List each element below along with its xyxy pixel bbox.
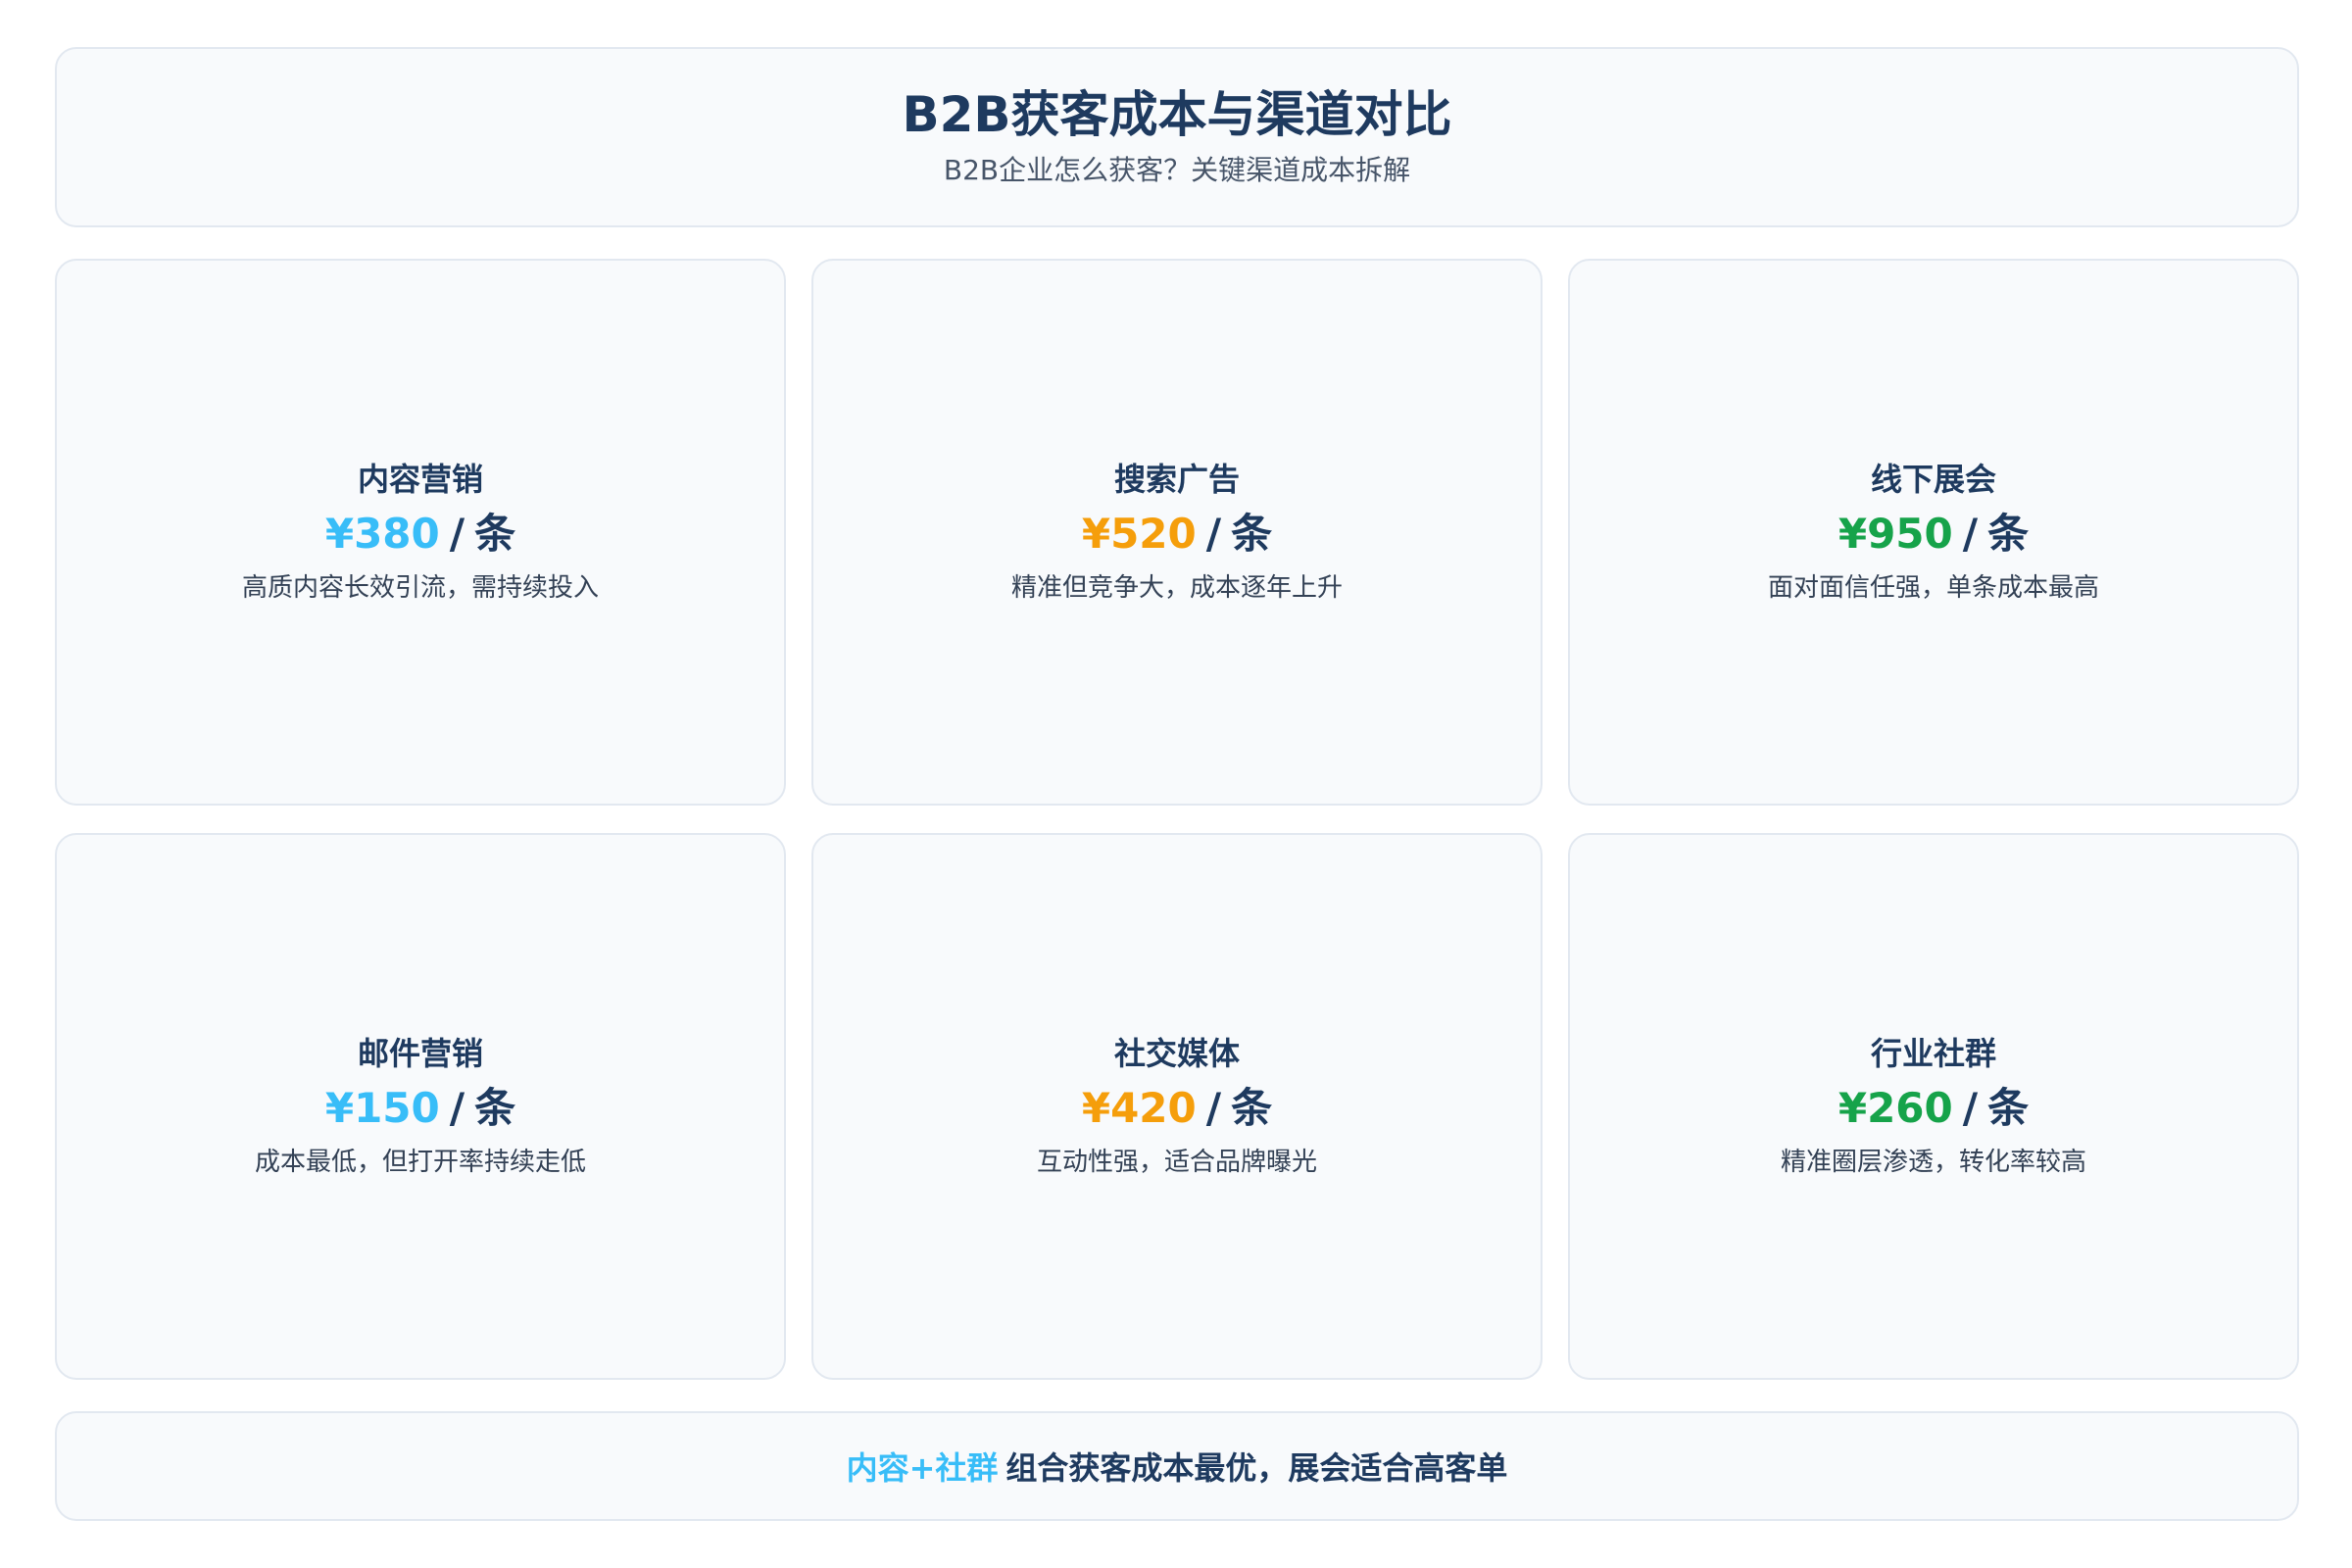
card-title: 线下展会 [1870,461,1996,499]
unit-separator: / [449,510,466,559]
card-price: ¥260 [1838,1084,1953,1133]
card-description: 面对面信任强，单条成本最高 [1767,572,2099,603]
card-unit: 条 [474,1084,516,1133]
card-unit: 条 [1231,1084,1273,1133]
channel-card-trade-shows: 线下展会 ¥950/条 面对面信任强，单条成本最高 [1568,259,2299,806]
card-unit: 条 [1987,510,2030,559]
card-price-line: ¥380/条 [325,510,515,559]
header-panel: B2B获客成本与渠道对比 B2B企业怎么获客？关键渠道成本拆解 [55,47,2299,227]
unit-separator: / [1962,510,1979,559]
unit-separator: / [1962,1084,1979,1133]
card-price: ¥420 [1081,1084,1197,1133]
page: B2B获客成本与渠道对比 B2B企业怎么获客？关键渠道成本拆解 内容营销 ¥38… [0,0,2352,1568]
summary-text: 组合获客成本最优，展会适合高客单 [1005,1449,1508,1487]
card-price-line: ¥260/条 [1838,1084,2029,1133]
card-unit: 条 [1987,1084,2030,1133]
channel-card-industry-communities: 行业社群 ¥260/条 精准圈层渗透，转化率较高 [1568,833,2299,1380]
card-description: 高质内容长效引流，需持续投入 [241,572,599,603]
card-price-line: ¥950/条 [1838,510,2029,559]
unit-separator: / [1205,1084,1222,1133]
card-description: 精准圈层渗透，转化率较高 [1780,1147,2086,1177]
card-price: ¥950 [1838,510,1953,559]
channel-card-content-marketing: 内容营销 ¥380/条 高质内容长效引流，需持续投入 [55,259,786,806]
card-description: 互动性强，适合品牌曝光 [1036,1147,1317,1177]
page-title: B2B获客成本与渠道对比 [902,85,1452,143]
card-description: 精准但竞争大，成本逐年上升 [1010,572,1343,603]
channel-card-social-media: 社交媒体 ¥420/条 互动性强，适合品牌曝光 [811,833,1543,1380]
channel-card-search-ads: 搜索广告 ¥520/条 精准但竞争大，成本逐年上升 [811,259,1543,806]
card-price-line: ¥520/条 [1082,510,1272,559]
card-title: 内容营销 [357,461,483,499]
card-title: 行业社群 [1870,1035,1996,1073]
card-price-line: ¥150/条 [325,1084,515,1133]
card-price: ¥380 [324,510,440,559]
summary-panel: 内容+社群 组合获客成本最优，展会适合高客单 [55,1411,2299,1521]
page-subtitle: B2B企业怎么获客？关键渠道成本拆解 [943,153,1411,186]
card-title: 搜索广告 [1113,461,1240,499]
card-unit: 条 [1231,510,1273,559]
unit-separator: / [1205,510,1222,559]
channel-card-email-marketing: 邮件营销 ¥150/条 成本最低，但打开率持续走低 [55,833,786,1380]
summary-highlight: 内容+社群 [846,1449,999,1487]
card-title: 邮件营销 [357,1035,483,1073]
card-title: 社交媒体 [1113,1035,1240,1073]
card-description: 成本最低，但打开率持续走低 [254,1147,586,1177]
unit-separator: / [449,1084,466,1133]
card-price: ¥520 [1081,510,1197,559]
card-unit: 条 [474,510,516,559]
card-price-line: ¥420/条 [1082,1084,1272,1133]
card-price: ¥150 [324,1084,440,1133]
